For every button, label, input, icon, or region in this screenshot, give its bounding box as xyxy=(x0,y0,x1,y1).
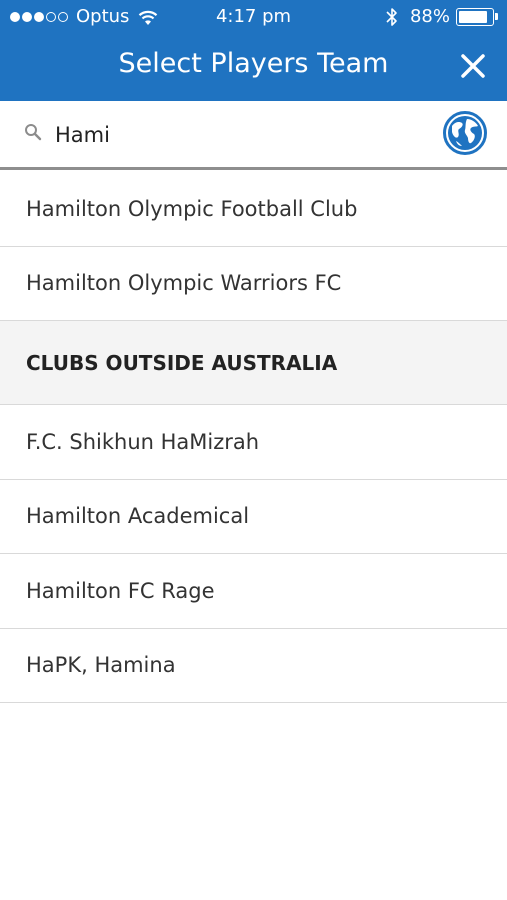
page-title: Select Players Team xyxy=(118,48,389,79)
list-item[interactable]: Hamilton Academical xyxy=(0,480,507,554)
team-results-list: Hamilton Olympic Football Club Hamilton … xyxy=(0,172,507,703)
battery-nub xyxy=(495,13,498,20)
search-icon xyxy=(25,124,42,141)
battery-level xyxy=(459,10,488,23)
battery-icon xyxy=(456,7,494,26)
list-item[interactable]: Hamilton FC Rage xyxy=(0,554,507,629)
list-item[interactable]: Hamilton Olympic Football Club xyxy=(0,172,507,247)
globe-icon[interactable] xyxy=(443,111,487,155)
search-input[interactable] xyxy=(55,119,425,151)
list-item[interactable]: HaPK, Hamina xyxy=(0,629,507,703)
close-icon[interactable] xyxy=(459,52,487,80)
status-bar: Optus 4:17 pm 88% xyxy=(0,0,507,34)
battery-percentage: 88% xyxy=(409,6,450,27)
list-item[interactable]: Hamilton Olympic Warriors FC xyxy=(0,247,507,321)
section-header: CLUBS OUTSIDE AUSTRALIA xyxy=(0,321,507,405)
app-header: Optus 4:17 pm 88% Select Players Team xyxy=(0,0,507,101)
list-item[interactable]: F.C. Shikhun HaMizrah xyxy=(0,405,507,480)
status-right: 88% xyxy=(386,6,498,27)
search-bar xyxy=(0,101,507,170)
bluetooth-icon xyxy=(386,7,397,26)
